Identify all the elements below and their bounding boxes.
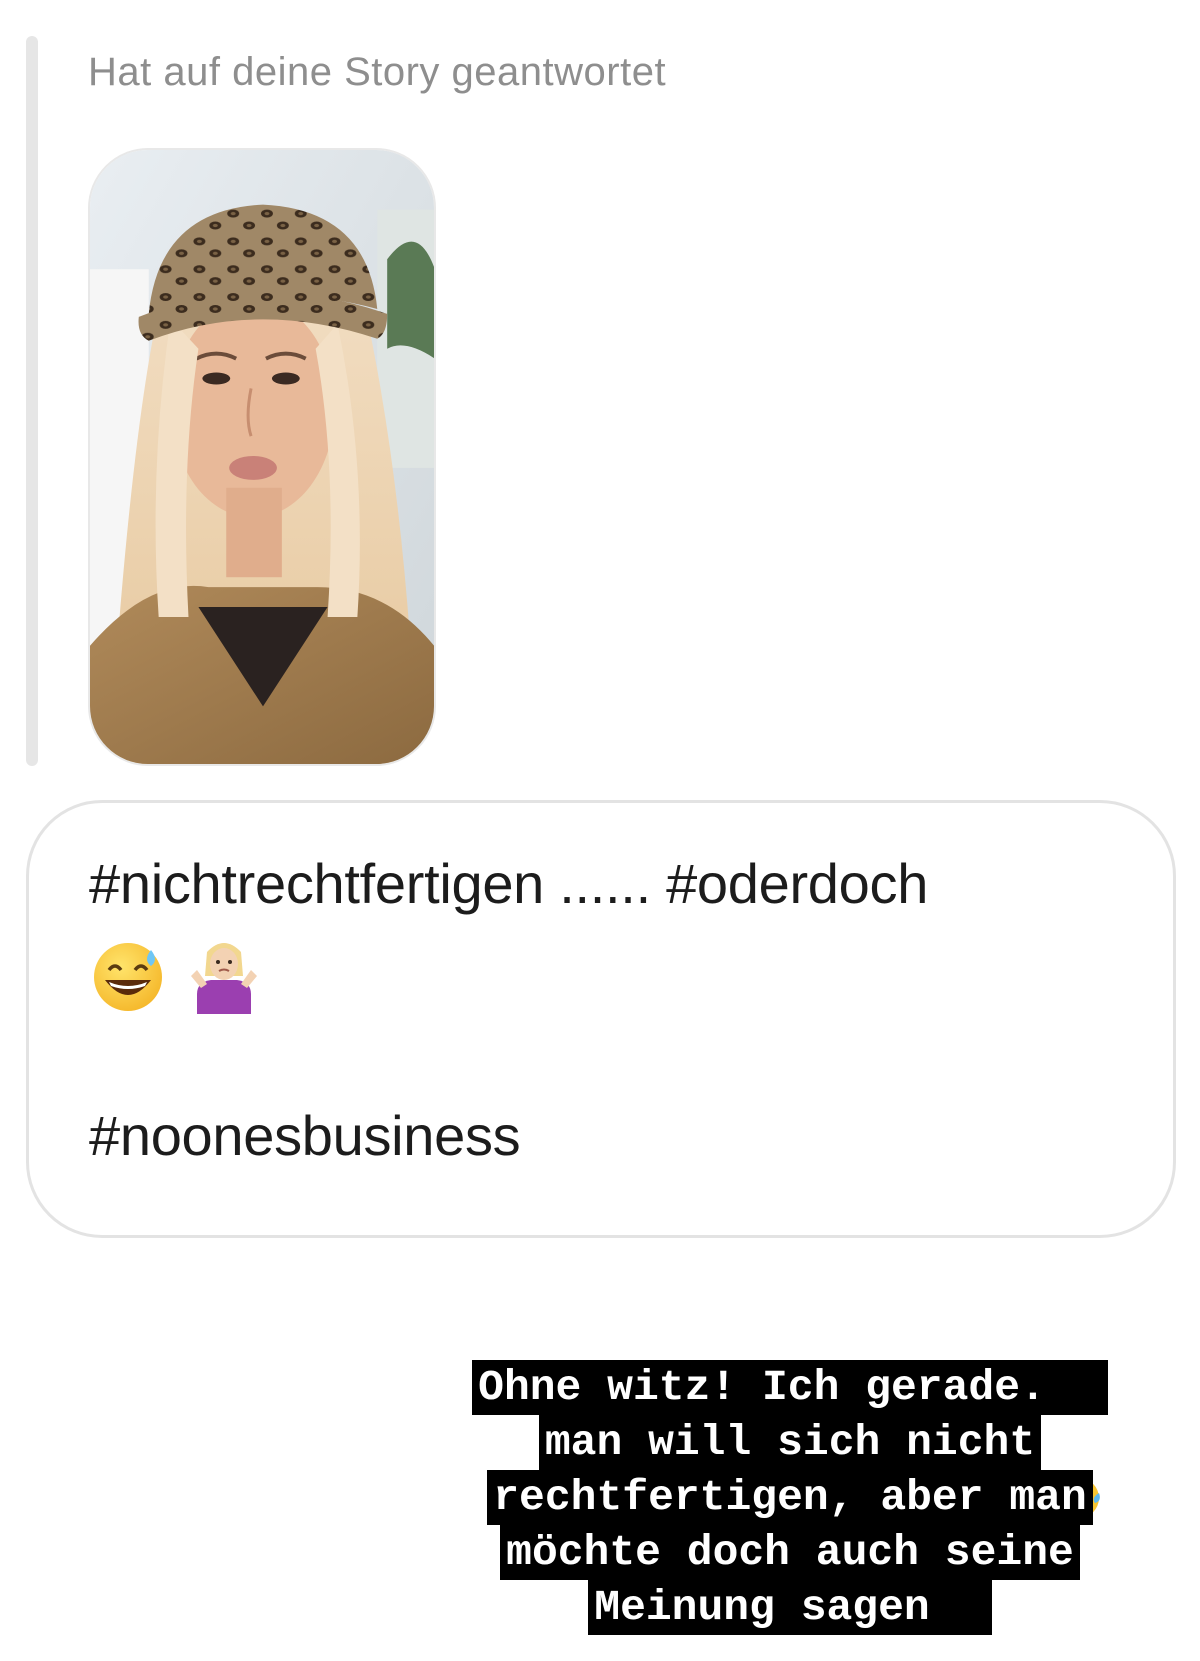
caption-text-5: Meinung sagen <box>594 1583 930 1632</box>
caption-line-5: Meinung sagen <box>588 1580 992 1635</box>
story-reply-label: Hat auf deine Story geantwortet <box>88 50 667 94</box>
message-line-noonesbusiness: #noonesbusiness <box>89 1104 521 1167</box>
caption-line-4: möchte doch auch seine <box>500 1525 1080 1580</box>
caption-line-1: Ohne witz! Ich gerade. <box>472 1360 1108 1518</box>
exploding-head-emoji-icon <box>940 1585 986 1631</box>
sweat-smile-emoji-icon <box>91 940 165 1014</box>
message-bubble[interactable]: #nichtrechtfertigen ...... #oderdoch #no… <box>26 800 1176 1238</box>
caption-line-3: rechtfertigen, aber man <box>487 1470 1093 1525</box>
story-caption: Ohne witz! Ich gerade. man will sich nic… <box>360 1360 1200 1635</box>
tears-of-joy-emoji-icon <box>1056 1365 1102 1518</box>
message-line-hashtags: #nichtrechtfertigen ...... #oderdoch <box>89 852 929 915</box>
story-thumbnail[interactable] <box>88 148 436 766</box>
shrugging-woman-emoji-icon <box>189 940 259 1014</box>
caption-line-2: man will sich nicht <box>538 1415 1042 1470</box>
reply-quote-bar <box>26 36 38 766</box>
caption-text-1: Ohne witz! Ich gerade. <box>478 1363 1046 1412</box>
message-emoji-row <box>91 937 259 1017</box>
